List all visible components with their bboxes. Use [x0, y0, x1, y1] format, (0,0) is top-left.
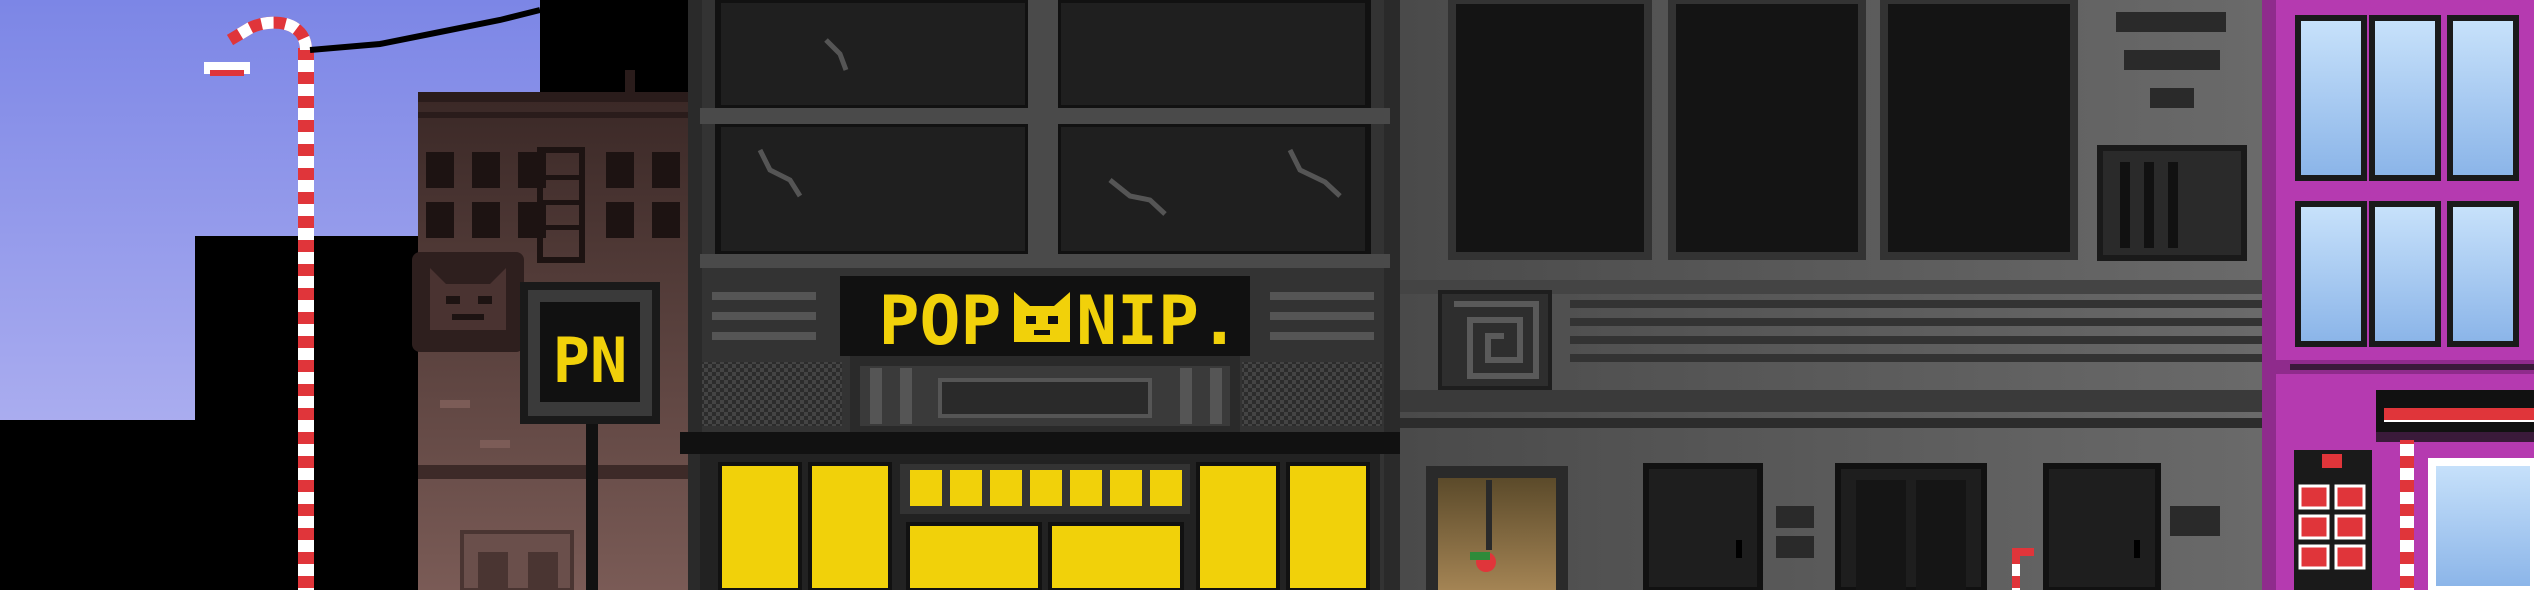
pop-sign-right: NIP. [1076, 282, 1240, 361]
cat-gargoyle-icon [412, 252, 524, 352]
pop-nip-building: POP NIP. [680, 0, 1410, 590]
pop-sign-left: POP [879, 282, 1002, 361]
cat-face-icon [1010, 290, 1074, 346]
gray-building [1400, 0, 2262, 590]
pink-building [2262, 0, 2534, 590]
pn-sign-label: PN [553, 324, 628, 397]
city-street-svg: PN POP NIP. [0, 0, 2534, 590]
game-scene: PN POP NIP. [0, 0, 2534, 590]
